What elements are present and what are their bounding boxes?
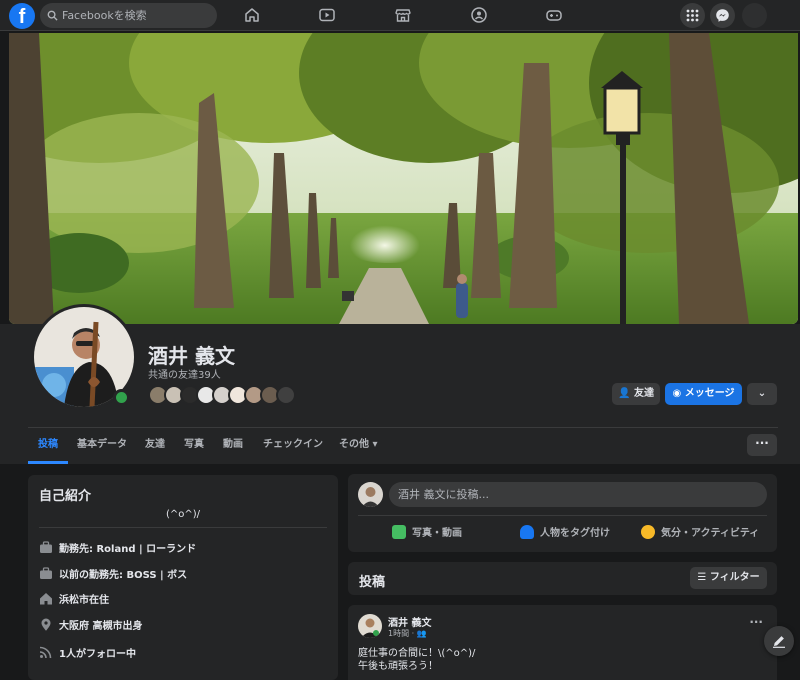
mutual-friend-avatar[interactable] — [276, 385, 296, 405]
intro-item-past-work: 以前の勤務先: BOSS | ボス — [39, 567, 187, 583]
mutual-friends-count[interactable]: 共通の友達39人 — [148, 366, 221, 381]
posts-title: 投稿 — [359, 575, 386, 590]
top-navigation-bar: f Facebookを検索 — [0, 0, 800, 31]
search-placeholder: Facebookを検索 — [62, 9, 147, 22]
composer-avatar[interactable] — [358, 482, 383, 507]
intro-title: 自己紹介 — [39, 489, 92, 504]
tab-friends[interactable]: 友達 — [145, 430, 165, 464]
cover-photo[interactable] — [9, 33, 798, 324]
post-timestamp[interactable]: 1時間 · 👥 — [388, 628, 427, 639]
online-status-indicator — [113, 389, 130, 406]
post-card: 酒井 義文 1時間 · 👥 ··· 庭仕事の合間に！\(^o^)/ 午後も頑張ろ… — [348, 605, 777, 680]
friends-button[interactable]: 👤 友達 — [612, 383, 660, 405]
search-input[interactable]: Facebookを検索 — [40, 3, 217, 28]
photo-icon — [392, 525, 406, 539]
messenger-icon[interactable] — [710, 3, 735, 28]
tab-videos[interactable]: 動画 — [223, 430, 243, 464]
message-button[interactable]: ◉ メッセージ — [665, 383, 742, 405]
intro-item-hometown: 大阪府 高槻市出身 — [39, 618, 142, 634]
tag-people-icon — [520, 525, 534, 539]
marketplace-icon[interactable] — [394, 6, 412, 24]
post-author-avatar[interactable] — [358, 614, 382, 638]
header-divider — [28, 427, 778, 428]
gaming-icon[interactable] — [545, 6, 563, 24]
posts-header: 投稿 ☰ フィルター — [348, 562, 777, 595]
notifications-icon[interactable] — [742, 3, 767, 28]
messenger-icon: ◉ — [672, 388, 682, 399]
intro-card: 自己紹介 (^o^)/ 勤務先: Roland | ローランド 以前の勤務先: … — [28, 475, 338, 680]
tab-about[interactable]: 基本データ — [77, 430, 127, 464]
intro-bio: (^o^)/ — [165, 509, 201, 520]
post-text-line: 午後も頑張ろう！ — [358, 661, 438, 672]
post-author-name[interactable]: 酒井 義文 — [388, 614, 431, 629]
compose-icon — [773, 636, 785, 648]
briefcase-icon — [40, 541, 52, 553]
search-icon — [47, 3, 58, 30]
more-options-button[interactable]: ⌄ — [747, 383, 777, 405]
intro-item-followers: 1人がフォロー中 — [39, 646, 136, 662]
intro-item-work: 勤務先: Roland | ローランド — [39, 541, 196, 557]
location-pin-icon — [41, 618, 51, 631]
post-more-button[interactable]: ··· — [749, 615, 763, 629]
rss-icon — [39, 646, 52, 659]
briefcase-icon — [40, 567, 52, 579]
facebook-logo[interactable]: f — [9, 3, 35, 29]
feeling-icon — [641, 525, 655, 539]
bio-divider — [39, 527, 327, 528]
intro-item-lives-in: 浜松市在住 — [39, 592, 109, 608]
video-icon[interactable] — [318, 6, 336, 24]
tab-photos[interactable]: 写真 — [184, 430, 204, 464]
photo-video-button[interactable]: 写真・動画 — [392, 523, 462, 545]
new-message-button[interactable] — [764, 626, 794, 656]
sliders-icon: ☰ — [697, 572, 707, 583]
tabs-more-button[interactable]: ··· — [747, 434, 777, 456]
profile-name: 酒井 義文 — [148, 344, 235, 368]
composer-divider — [358, 515, 767, 516]
filter-button[interactable]: ☰ フィルター — [690, 567, 767, 589]
tab-checkins[interactable]: チェックイン — [263, 430, 323, 464]
person-check-icon: 👤 — [618, 388, 631, 399]
chevron-down-icon: ⌄ — [757, 388, 767, 399]
composer-input[interactable]: 酒井 義文に投稿... — [389, 482, 767, 507]
post-composer: 酒井 義文に投稿... 写真・動画 人物をタグ付け 気分・アクティビティ — [348, 474, 777, 552]
groups-icon[interactable] — [470, 6, 488, 24]
home-icon — [40, 593, 52, 605]
tab-posts[interactable]: 投稿 — [28, 430, 68, 464]
home-icon[interactable] — [243, 6, 261, 24]
tab-more[interactable]: その他 ▾ — [339, 430, 378, 464]
feeling-activity-button[interactable]: 気分・アクティビティ — [641, 523, 759, 545]
tag-people-button[interactable]: 人物をタグ付け — [520, 523, 610, 545]
menu-grid-icon[interactable] — [680, 3, 705, 28]
